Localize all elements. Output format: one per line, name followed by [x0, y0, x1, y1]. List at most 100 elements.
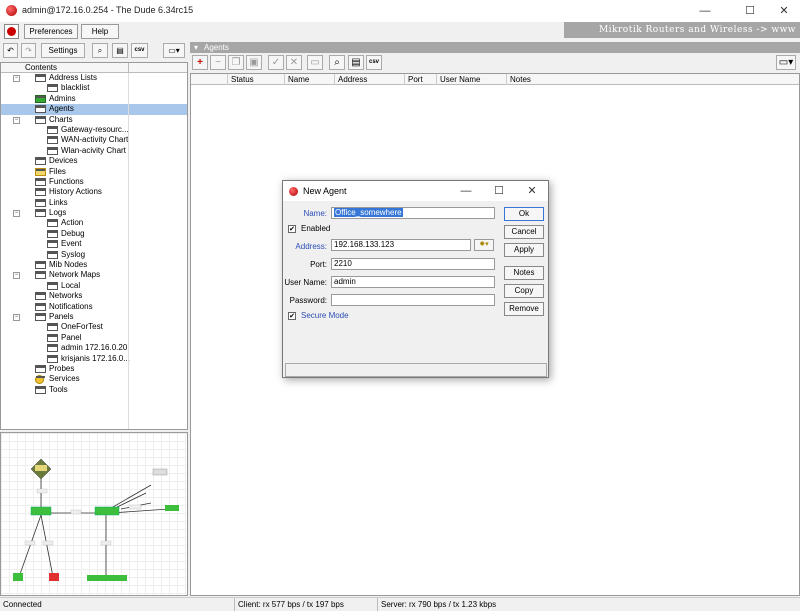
column-status[interactable]: Status	[227, 74, 284, 85]
name-field[interactable]: Office_somewhere	[331, 207, 495, 219]
collapse-toggle-icon[interactable]: −	[13, 272, 20, 280]
column-user-name[interactable]: User Name	[436, 74, 506, 85]
tree-item[interactable]: − Network Maps	[1, 270, 187, 280]
tree-item[interactable]: Gateway-resourc...	[1, 125, 187, 135]
copy-icon[interactable]: ❐	[228, 55, 244, 70]
tree-item[interactable]: Mib Nodes	[1, 260, 187, 270]
tree-item-label: Mib Nodes	[49, 260, 88, 270]
tree-item[interactable]: Panel	[1, 333, 187, 343]
list-icon	[47, 136, 58, 145]
print-icon[interactable]: ▤	[348, 55, 364, 70]
tree-item-label: Networks	[49, 291, 83, 301]
enable-icon[interactable]: ✓	[268, 55, 284, 70]
network-map-preview[interactable]	[0, 432, 188, 596]
tree-item[interactable]: − Charts	[1, 115, 187, 125]
collapse-toggle-icon[interactable]: −	[13, 313, 20, 321]
cancel-button[interactable]: Cancel	[504, 225, 544, 239]
csv-export-button[interactable]: csv	[366, 55, 382, 70]
tree-item[interactable]: WAN-activity Chart	[1, 135, 187, 145]
comment-icon[interactable]: ▭	[307, 55, 323, 70]
list-icon	[35, 188, 46, 197]
column-name[interactable]: Name	[284, 74, 334, 85]
tree-item[interactable]: − Logs	[1, 208, 187, 218]
remove-button[interactable]: Remove	[504, 302, 544, 316]
tree-item[interactable]: Wlan-acivity Chart	[1, 146, 187, 156]
tree-item[interactable]: − Address Lists	[1, 73, 187, 83]
tree-item[interactable]: History Actions	[1, 187, 187, 197]
collapse-toggle-icon[interactable]: −	[13, 210, 20, 218]
undo-icon[interactable]: ↶	[3, 43, 18, 58]
name-value: Office_somewhere	[334, 208, 403, 217]
port-field[interactable]: 2210	[331, 258, 495, 270]
find-icon[interactable]: ⌕	[92, 43, 108, 58]
minimize-button[interactable]: —	[690, 3, 720, 19]
tree-item[interactable]: Agents	[1, 104, 187, 115]
list-icon	[35, 261, 46, 270]
maximize-button[interactable]: ☐	[735, 3, 765, 19]
preferences-button[interactable]: Preferences	[24, 24, 78, 39]
remove-icon[interactable]: −	[210, 55, 226, 70]
view-menu-icon[interactable]: ▭▾	[776, 55, 796, 70]
tree-item[interactable]: krisjanis 172.16.0...	[1, 354, 187, 364]
redo-icon[interactable]: ↷	[21, 43, 36, 58]
close-button[interactable]: ✕	[769, 3, 799, 19]
copy-button[interactable]: Copy	[504, 284, 544, 298]
tree-item[interactable]: Event	[1, 239, 187, 249]
column-notes[interactable]: Notes	[506, 74, 566, 85]
secure-mode-checkbox[interactable]: ✔	[288, 312, 296, 320]
apply-button[interactable]: Apply	[504, 243, 544, 257]
dialog-close-button[interactable]: ✕	[523, 183, 541, 199]
view-menu-icon[interactable]: ▭▾	[163, 43, 185, 58]
notes-button[interactable]: Notes	[504, 266, 544, 280]
tree-item[interactable]: Notifications	[1, 302, 187, 312]
column-address[interactable]: Address	[334, 74, 404, 85]
tree-item[interactable]: Admins	[1, 94, 187, 104]
tree-item[interactable]: Services	[1, 374, 187, 385]
tree-item-label: Local	[61, 280, 81, 290]
list-icon	[35, 302, 46, 311]
tree-item[interactable]: Probes	[1, 364, 187, 374]
csv-export-button[interactable]: csv	[131, 43, 148, 58]
tree-item-label: Gateway-resourc...	[61, 124, 129, 134]
disconnect-icon[interactable]	[4, 24, 19, 39]
username-field[interactable]: admin	[331, 276, 495, 288]
tree-item[interactable]: Files	[1, 167, 187, 177]
list-icon	[35, 292, 46, 301]
collapse-toggle-icon[interactable]: −	[13, 75, 20, 82]
list-icon	[47, 281, 58, 290]
tree-item-label: Syslog	[61, 249, 86, 259]
client-traffic: Client: rx 577 bps / tx 197 bps	[234, 598, 377, 611]
ok-button[interactable]: Ok	[504, 207, 544, 221]
dialog-maximize-button[interactable]: ☐	[490, 183, 508, 199]
tree-item[interactable]: Debug	[1, 229, 187, 239]
tree-item[interactable]: blacklist	[1, 83, 187, 93]
tree-item[interactable]: − Panels	[1, 312, 187, 322]
tree-item[interactable]: admin 172.16.0.20	[1, 343, 187, 353]
tree-item[interactable]: Syslog	[1, 250, 187, 260]
tree-item-label: Files	[49, 166, 66, 176]
tree-item[interactable]: Links	[1, 198, 187, 208]
tree-item[interactable]: Local	[1, 281, 187, 291]
settings-button[interactable]: Settings	[41, 43, 85, 58]
enabled-checkbox[interactable]: ✔	[288, 225, 296, 233]
status-bar: Connected Client: rx 577 bps / tx 197 bp…	[0, 597, 800, 611]
help-button[interactable]: Help	[81, 24, 119, 39]
tree-item[interactable]: Tools	[1, 385, 187, 395]
add-icon[interactable]: +	[192, 55, 208, 70]
tree-item[interactable]: Devices	[1, 156, 187, 166]
collapse-toggle-icon[interactable]: −	[13, 116, 20, 124]
disable-icon[interactable]: ✕	[286, 55, 302, 70]
print-icon[interactable]: ▤	[112, 43, 128, 58]
password-field[interactable]	[331, 294, 495, 306]
tree-item[interactable]: OneForTest	[1, 322, 187, 332]
list-icon	[35, 105, 46, 114]
paste-icon[interactable]: ▣	[246, 55, 262, 70]
tree-item[interactable]: Functions	[1, 177, 187, 187]
tree-item[interactable]: Networks	[1, 291, 187, 301]
address-field[interactable]: 192.168.133.123	[331, 239, 471, 251]
find-icon[interactable]: ⌕	[329, 55, 345, 70]
dialog-minimize-button[interactable]: —	[457, 183, 475, 199]
address-lookup-icon[interactable]: ✹▾	[474, 239, 494, 251]
column-port[interactable]: Port	[404, 74, 436, 85]
tree-item[interactable]: Action	[1, 218, 187, 228]
